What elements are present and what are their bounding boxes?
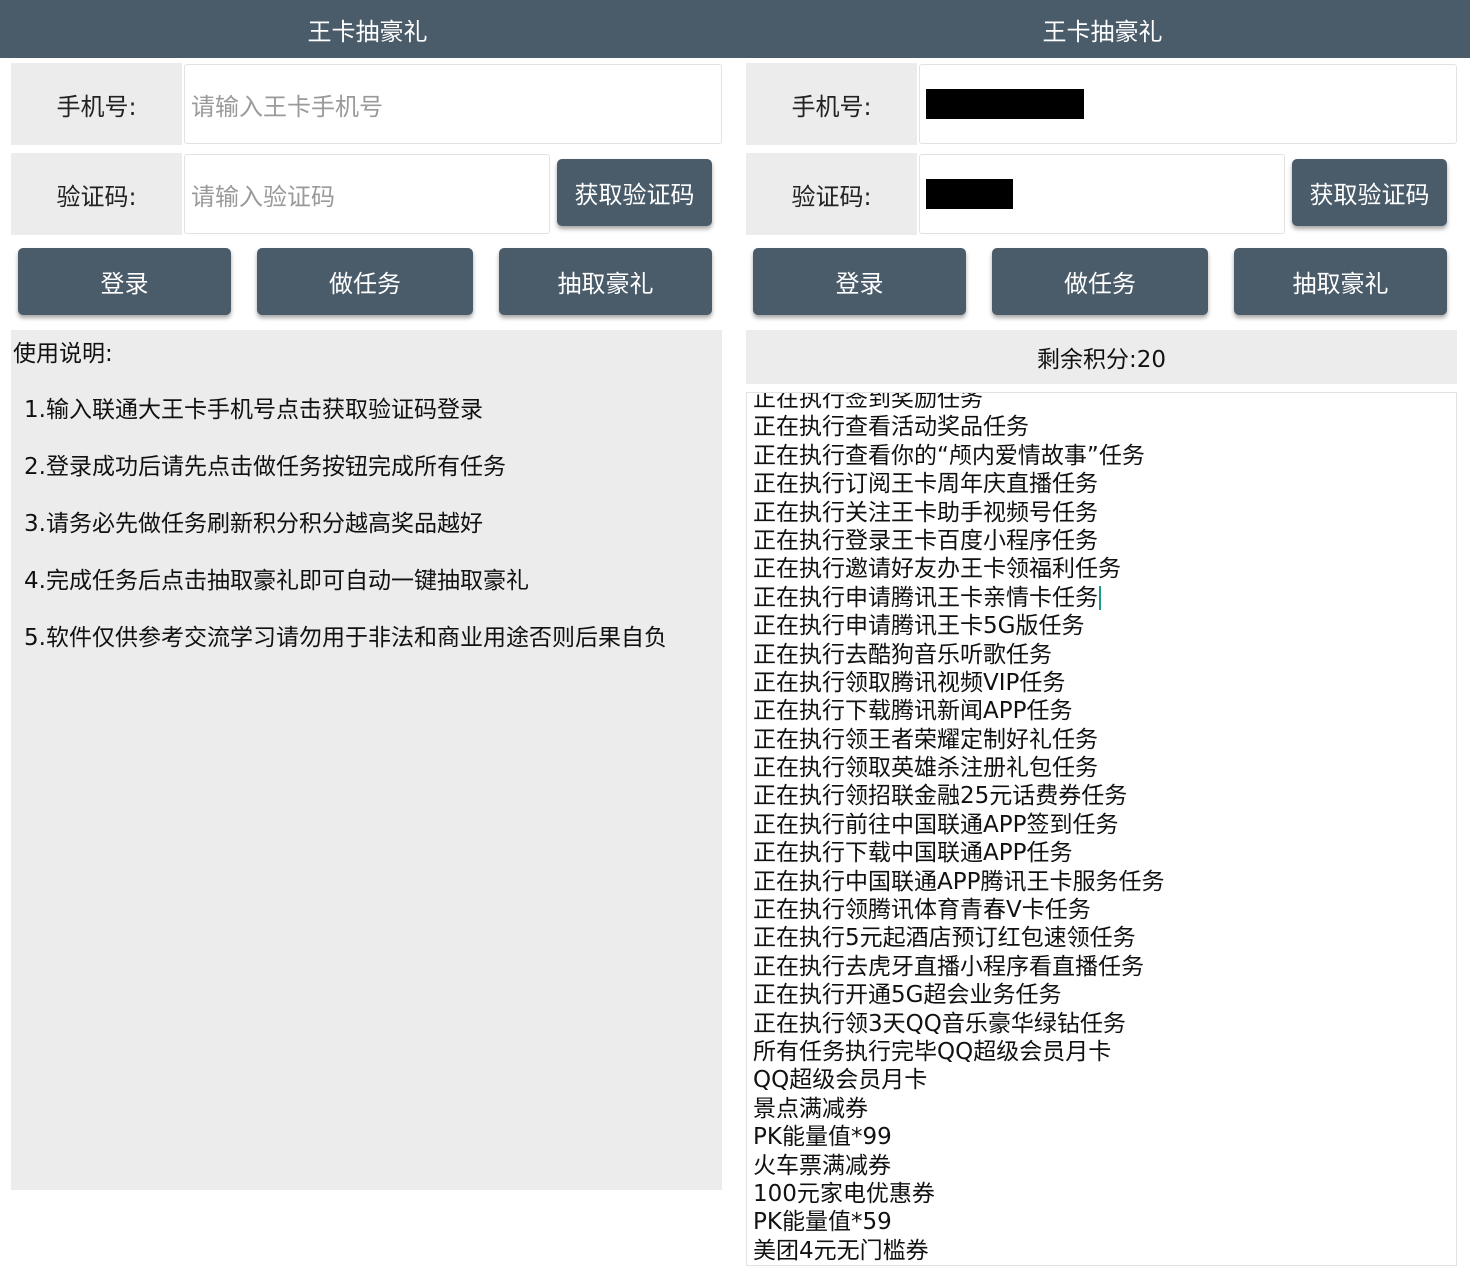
instruction-item: 4.完成任务后点击抽取豪礼即可自动一键抽取豪礼 [24,568,529,594]
code-input[interactable]: 请输入验证码 [184,154,550,234]
phone-placeholder: 请输入王卡手机号 [191,92,383,121]
log-line: 美团4元无门槛券 [753,1237,929,1264]
log-line: 正在执行签到奖励任务 [753,392,983,412]
log-line: 正在执行领腾讯体育青春V卡任务 [753,897,1091,924]
remaining-points-text: 剩余积分:20 [1036,347,1166,373]
instruction-item: 3.请务必先做任务刷新积分积分越高奖品越好 [24,511,483,537]
log-line: 正在执行申请腾讯王卡5G版任务 [753,613,1085,640]
phone-input[interactable]: 请输入王卡手机号 [184,64,722,144]
redacted-verification-code [926,179,1013,209]
phone-input[interactable] [919,64,1457,144]
draw-gift-button[interactable]: 抽取豪礼 [1234,248,1447,315]
log-line: 正在执行去虎牙直播小程序看直播任务 [753,953,1144,980]
title-bar: 王卡抽豪礼 [735,0,1470,58]
log-line-text: 正在执行申请腾讯王卡亲情卡任务 [753,584,1098,611]
log-line: 正在执行邀请好友办王卡领福利任务 [753,556,1121,583]
app-title: 王卡抽豪礼 [1042,17,1163,46]
log-line: 正在执行查看你的“颅内爱情故事”任务 [753,442,1145,469]
title-bar: 王卡抽豪礼 [0,0,735,58]
do-tasks-button[interactable]: 做任务 [257,248,473,315]
text-cursor [1099,586,1101,611]
login-button[interactable]: 登录 [753,248,966,315]
code-label: 验证码: [746,153,917,235]
instructions-panel: 使用说明: 1.输入联通大王卡手机号点击获取验证码登录 2.登录成功后请先点击做… [11,330,722,1190]
log-line: 正在执行领3天QQ音乐豪华绿钻任务 [753,1010,1126,1037]
log-line: 正在执行下载中国联通APP任务 [753,840,1073,867]
login-button[interactable]: 登录 [18,248,231,315]
right-screen: 王卡抽豪礼 手机号: 验证码: 获取验证码 登录 做任务 抽取豪礼 剩余积分:2… [735,0,1470,1266]
instructions-title: 使用说明: [13,341,113,367]
instruction-item: 1.输入联通大王卡手机号点击获取验证码登录 [24,397,483,423]
code-placeholder: 请输入验证码 [191,182,335,211]
log-line: 正在执行领王者荣耀定制好礼任务 [753,726,1098,753]
log-line: 正在执行领取腾讯视频VIP任务 [753,669,1066,696]
code-input[interactable] [919,154,1285,234]
log-line: 正在执行下载腾讯新闻APP任务 [753,698,1073,725]
get-code-button[interactable]: 获取验证码 [557,159,712,226]
log-line: QQ超级会员月卡 [753,1067,928,1094]
log-line: 景点满减券 [753,1095,868,1122]
log-line: 100元家电优惠券 [753,1180,935,1207]
redacted-phone-number [926,89,1084,119]
log-line: 正在执行领招联金融25元话费券任务 [753,783,1128,810]
get-code-button[interactable]: 获取验证码 [1292,159,1447,226]
code-label: 验证码: [11,153,182,235]
instruction-item: 2.登录成功后请先点击做任务按钮完成所有任务 [24,454,506,480]
log-line: 正在执行查看活动奖品任务 [753,414,1029,441]
log-line: 正在执行前往中国联通APP签到任务 [753,811,1119,838]
left-screen: 王卡抽豪礼 手机号: 请输入王卡手机号 验证码: 请输入验证码 获取验证码 登录… [0,0,735,1266]
log-line: 所有任务执行完毕QQ超级会员月卡 [753,1038,1112,1065]
log-line: 正在执行登录王卡百度小程序任务 [753,527,1098,554]
task-log-content: 正在执行签到奖励任务 正在执行查看活动奖品任务 正在执行查看你的“颅内爱情故事”… [753,392,1165,1265]
do-tasks-button[interactable]: 做任务 [992,248,1208,315]
log-line: 正在执行中国联通APP腾讯王卡服务任务 [753,868,1165,895]
log-line: 正在执行5元起酒店预订红包速领任务 [753,925,1136,952]
phone-label: 手机号: [746,63,917,145]
log-line: 火车票满减券 [753,1152,891,1179]
task-log-textarea[interactable]: 正在执行签到奖励任务 正在执行查看活动奖品任务 正在执行查看你的“颅内爱情故事”… [746,392,1457,1266]
instruction-item: 5.软件仅供参考交流学习请勿用于非法和商业用途否则后果自负 [24,625,667,651]
log-line: 正在执行关注王卡助手视频号任务 [753,499,1098,526]
log-line: 正在执行领取英雄杀注册礼包任务 [753,755,1098,782]
remaining-points-bar: 剩余积分:20 [746,330,1457,384]
log-line: 正在执行去酷狗音乐听歌任务 [753,641,1052,668]
phone-label: 手机号: [11,63,182,145]
log-line-with-cursor: 正在执行申请腾讯王卡亲情卡任务 [753,584,1164,612]
draw-gift-button[interactable]: 抽取豪礼 [499,248,712,315]
log-line: 正在执行开通5G超会业务任务 [753,982,1062,1009]
log-line: PK能量值*59 [753,1209,892,1236]
app-title: 王卡抽豪礼 [307,17,428,46]
log-line: PK能量值*99 [753,1124,892,1151]
log-line: 正在执行订阅王卡周年庆直播任务 [753,471,1098,498]
